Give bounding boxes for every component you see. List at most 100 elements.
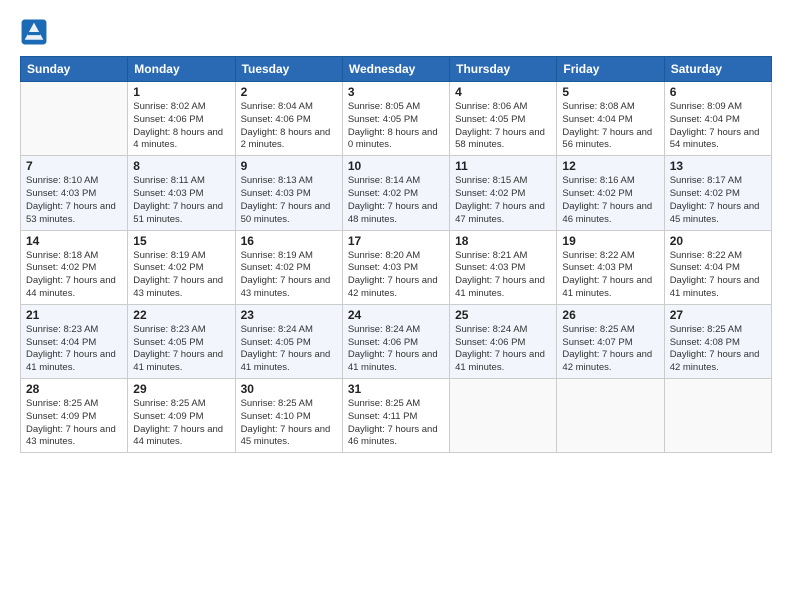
day-number: 3 xyxy=(348,85,444,99)
day-info: Sunrise: 8:20 AMSunset: 4:03 PMDaylight:… xyxy=(348,250,444,301)
logo xyxy=(20,18,52,46)
day-number: 4 xyxy=(455,85,551,99)
day-number: 26 xyxy=(562,308,658,322)
day-number: 6 xyxy=(670,85,766,99)
day-cell: 18 Sunrise: 8:21 AMSunset: 4:03 PMDayligh… xyxy=(450,230,557,304)
day-cell: 2 Sunrise: 8:04 AMSunset: 4:06 PMDaylight… xyxy=(235,82,342,156)
col-header-saturday: Saturday xyxy=(664,57,771,82)
day-info: Sunrise: 8:15 AMSunset: 4:02 PMDaylight:… xyxy=(455,175,551,226)
col-header-friday: Friday xyxy=(557,57,664,82)
day-cell xyxy=(557,379,664,453)
day-cell: 15 Sunrise: 8:19 AMSunset: 4:02 PMDayligh… xyxy=(128,230,235,304)
day-info: Sunrise: 8:19 AMSunset: 4:02 PMDaylight:… xyxy=(241,250,337,301)
day-info: Sunrise: 8:23 AMSunset: 4:05 PMDaylight:… xyxy=(133,324,229,375)
col-header-sunday: Sunday xyxy=(21,57,128,82)
day-number: 18 xyxy=(455,234,551,248)
day-info: Sunrise: 8:08 AMSunset: 4:04 PMDaylight:… xyxy=(562,101,658,152)
day-number: 13 xyxy=(670,159,766,173)
day-info: Sunrise: 8:25 AMSunset: 4:09 PMDaylight:… xyxy=(26,398,122,449)
col-header-tuesday: Tuesday xyxy=(235,57,342,82)
header-row: SundayMondayTuesdayWednesdayThursdayFrid… xyxy=(21,57,772,82)
day-info: Sunrise: 8:13 AMSunset: 4:03 PMDaylight:… xyxy=(241,175,337,226)
day-number: 8 xyxy=(133,159,229,173)
col-header-monday: Monday xyxy=(128,57,235,82)
day-cell: 20 Sunrise: 8:22 AMSunset: 4:04 PMDayligh… xyxy=(664,230,771,304)
day-number: 16 xyxy=(241,234,337,248)
day-info: Sunrise: 8:10 AMSunset: 4:03 PMDaylight:… xyxy=(26,175,122,226)
header xyxy=(20,18,772,46)
day-info: Sunrise: 8:22 AMSunset: 4:04 PMDaylight:… xyxy=(670,250,766,301)
day-number: 29 xyxy=(133,382,229,396)
day-info: Sunrise: 8:19 AMSunset: 4:02 PMDaylight:… xyxy=(133,250,229,301)
day-info: Sunrise: 8:11 AMSunset: 4:03 PMDaylight:… xyxy=(133,175,229,226)
day-cell: 29 Sunrise: 8:25 AMSunset: 4:09 PMDayligh… xyxy=(128,379,235,453)
week-row-0: 1Sunrise: 8:02 AMSunset: 4:06 PMDaylight… xyxy=(21,82,772,156)
day-number: 20 xyxy=(670,234,766,248)
day-cell: 9 Sunrise: 8:13 AMSunset: 4:03 PMDaylight… xyxy=(235,156,342,230)
day-info: Sunrise: 8:17 AMSunset: 4:02 PMDaylight:… xyxy=(670,175,766,226)
day-info: Sunrise: 8:22 AMSunset: 4:03 PMDaylight:… xyxy=(562,250,658,301)
day-info: Sunrise: 8:16 AMSunset: 4:02 PMDaylight:… xyxy=(562,175,658,226)
day-cell: 1Sunrise: 8:02 AMSunset: 4:06 PMDaylight… xyxy=(128,82,235,156)
logo-icon xyxy=(20,18,48,46)
day-info: Sunrise: 8:25 AMSunset: 4:11 PMDaylight:… xyxy=(348,398,444,449)
day-info: Sunrise: 8:25 AMSunset: 4:09 PMDaylight:… xyxy=(133,398,229,449)
day-cell: 23 Sunrise: 8:24 AMSunset: 4:05 PMDayligh… xyxy=(235,304,342,378)
day-info: Sunrise: 8:04 AMSunset: 4:06 PMDaylight:… xyxy=(241,101,337,152)
day-info: Sunrise: 8:24 AMSunset: 4:06 PMDaylight:… xyxy=(455,324,551,375)
day-cell: 8 Sunrise: 8:11 AMSunset: 4:03 PMDaylight… xyxy=(128,156,235,230)
day-number: 2 xyxy=(241,85,337,99)
day-cell: 26 Sunrise: 8:25 AMSunset: 4:07 PMDayligh… xyxy=(557,304,664,378)
day-number: 9 xyxy=(241,159,337,173)
day-cell: 3 Sunrise: 8:05 AMSunset: 4:05 PMDaylight… xyxy=(342,82,449,156)
day-cell xyxy=(450,379,557,453)
day-cell: 11 Sunrise: 8:15 AMSunset: 4:02 PMDayligh… xyxy=(450,156,557,230)
day-number: 25 xyxy=(455,308,551,322)
day-number: 7 xyxy=(26,159,122,173)
day-number: 27 xyxy=(670,308,766,322)
week-row-1: 7 Sunrise: 8:10 AMSunset: 4:03 PMDaylight… xyxy=(21,156,772,230)
day-number: 24 xyxy=(348,308,444,322)
day-cell: 7 Sunrise: 8:10 AMSunset: 4:03 PMDaylight… xyxy=(21,156,128,230)
day-info: Sunrise: 8:05 AMSunset: 4:05 PMDaylight:… xyxy=(348,101,444,152)
day-cell xyxy=(21,82,128,156)
day-number: 17 xyxy=(348,234,444,248)
day-info: Sunrise: 8:21 AMSunset: 4:03 PMDaylight:… xyxy=(455,250,551,301)
day-cell: 14 Sunrise: 8:18 AMSunset: 4:02 PMDayligh… xyxy=(21,230,128,304)
day-cell: 25 Sunrise: 8:24 AMSunset: 4:06 PMDayligh… xyxy=(450,304,557,378)
week-row-4: 28Sunrise: 8:25 AMSunset: 4:09 PMDayligh… xyxy=(21,379,772,453)
day-info: Sunrise: 8:18 AMSunset: 4:02 PMDaylight:… xyxy=(26,250,122,301)
day-info: Sunrise: 8:25 AMSunset: 4:08 PMDaylight:… xyxy=(670,324,766,375)
day-cell: 5 Sunrise: 8:08 AMSunset: 4:04 PMDaylight… xyxy=(557,82,664,156)
day-number: 30 xyxy=(241,382,337,396)
day-info: Sunrise: 8:14 AMSunset: 4:02 PMDaylight:… xyxy=(348,175,444,226)
day-number: 23 xyxy=(241,308,337,322)
calendar: SundayMondayTuesdayWednesdayThursdayFrid… xyxy=(20,56,772,453)
page: SundayMondayTuesdayWednesdayThursdayFrid… xyxy=(0,0,792,612)
day-cell: 21 Sunrise: 8:23 AMSunset: 4:04 PMDayligh… xyxy=(21,304,128,378)
day-info: Sunrise: 8:23 AMSunset: 4:04 PMDaylight:… xyxy=(26,324,122,375)
col-header-thursday: Thursday xyxy=(450,57,557,82)
day-number: 1 xyxy=(133,85,229,99)
day-cell: 16 Sunrise: 8:19 AMSunset: 4:02 PMDayligh… xyxy=(235,230,342,304)
day-info: Sunrise: 8:24 AMSunset: 4:06 PMDaylight:… xyxy=(348,324,444,375)
day-number: 10 xyxy=(348,159,444,173)
week-row-3: 21 Sunrise: 8:23 AMSunset: 4:04 PMDayligh… xyxy=(21,304,772,378)
day-cell: 24 Sunrise: 8:24 AMSunset: 4:06 PMDayligh… xyxy=(342,304,449,378)
day-number: 31 xyxy=(348,382,444,396)
day-number: 15 xyxy=(133,234,229,248)
day-cell: 17 Sunrise: 8:20 AMSunset: 4:03 PMDayligh… xyxy=(342,230,449,304)
day-info: Sunrise: 8:24 AMSunset: 4:05 PMDaylight:… xyxy=(241,324,337,375)
day-number: 14 xyxy=(26,234,122,248)
day-number: 21 xyxy=(26,308,122,322)
day-cell: 19Sunrise: 8:22 AMSunset: 4:03 PMDayligh… xyxy=(557,230,664,304)
day-number: 11 xyxy=(455,159,551,173)
day-info: Sunrise: 8:25 AMSunset: 4:07 PMDaylight:… xyxy=(562,324,658,375)
day-cell: 12Sunrise: 8:16 AMSunset: 4:02 PMDayligh… xyxy=(557,156,664,230)
day-cell: 22 Sunrise: 8:23 AMSunset: 4:05 PMDayligh… xyxy=(128,304,235,378)
day-cell: 30Sunrise: 8:25 AMSunset: 4:10 PMDayligh… xyxy=(235,379,342,453)
day-number: 22 xyxy=(133,308,229,322)
day-cell: 4Sunrise: 8:06 AMSunset: 4:05 PMDaylight… xyxy=(450,82,557,156)
day-cell: 6Sunrise: 8:09 AMSunset: 4:04 PMDaylight… xyxy=(664,82,771,156)
day-number: 5 xyxy=(562,85,658,99)
